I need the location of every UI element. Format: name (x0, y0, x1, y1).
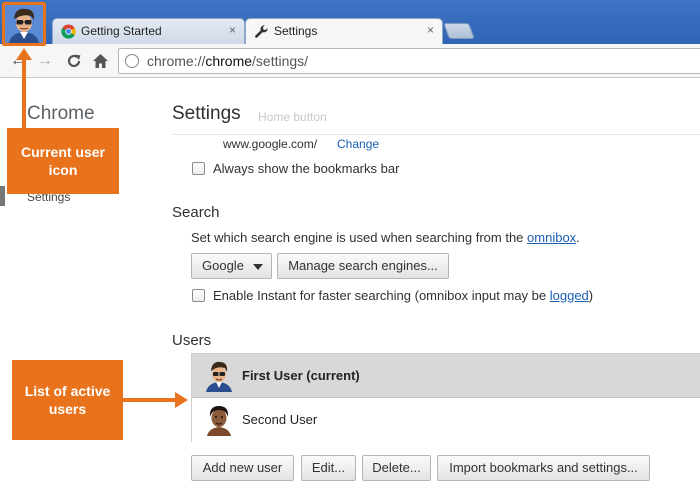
user-name: First User (current) (242, 368, 360, 383)
home-icon[interactable] (92, 51, 109, 75)
user-row-first-user[interactable]: First User (current) (192, 354, 700, 398)
tab-title-getting-started: Getting Started (81, 24, 162, 38)
manage-search-engines-button[interactable]: Manage search engines... (277, 253, 449, 279)
callout-current-user-icon: Current user icon (7, 128, 119, 194)
reload-icon[interactable] (66, 51, 82, 74)
user-avatar-icon (207, 406, 231, 436)
omnibox-link[interactable]: omnibox (527, 230, 576, 245)
globe-icon (125, 54, 139, 68)
annotation-arrow-right (175, 392, 188, 408)
tab-settings[interactable]: Settings × (245, 18, 443, 44)
bookmarks-bar-checkbox[interactable] (192, 162, 205, 175)
annotation-arrow-line (22, 58, 26, 128)
browser-toolbar: ← → chrome://chrome/settings/ (0, 44, 700, 78)
home-button-label-faded: Home button (258, 110, 327, 124)
change-home-page-link[interactable]: Change (337, 137, 379, 151)
chrome-logo-icon (61, 24, 76, 39)
callout-list-active-users: List of active users (12, 360, 123, 440)
url-text: chrome://chrome/settings/ (147, 53, 309, 69)
close-tab-icon[interactable]: × (229, 23, 236, 37)
instant-search-checkbox[interactable] (192, 289, 205, 302)
search-section-title: Search (172, 204, 220, 221)
close-tab-icon[interactable]: × (427, 23, 434, 37)
sidebar-selection-marker (0, 186, 5, 206)
search-description: Set which search engine is used when sea… (191, 230, 580, 245)
import-bookmarks-button[interactable]: Import bookmarks and settings... (437, 455, 650, 481)
search-engine-dropdown[interactable]: Google (191, 253, 272, 279)
dropdown-arrow-icon (253, 264, 263, 270)
new-tab-button[interactable] (443, 23, 475, 39)
user-row-second-user[interactable]: Second User (192, 398, 700, 442)
bookmarks-bar-label: Always show the bookmarks bar (213, 161, 400, 176)
annotation-arrow-line (123, 398, 177, 402)
header-divider (172, 134, 700, 135)
users-list: First User (current) Second User (191, 353, 700, 442)
sidebar-title: Chrome (27, 103, 95, 124)
page-title: Settings (172, 103, 247, 125)
tab-strip: Getting Started × Settings × (0, 0, 700, 46)
tab-title-settings: Settings (274, 24, 318, 38)
edit-user-button[interactable]: Edit... (301, 455, 356, 481)
forward-arrow-icon[interactable]: → (37, 51, 53, 71)
current-user-avatar-icon[interactable] (2, 2, 46, 46)
instant-search-label: Enable Instant for faster searching (omn… (213, 288, 594, 303)
delete-user-button[interactable]: Delete... (362, 455, 431, 481)
logged-link[interactable]: logged (550, 288, 589, 303)
user-name: Second User (242, 412, 318, 427)
tab-getting-started[interactable]: Getting Started × (52, 18, 245, 44)
user-avatar-icon (206, 361, 232, 392)
add-new-user-button[interactable]: Add new user (191, 455, 294, 481)
wrench-icon (255, 25, 268, 38)
home-page-url: www.google.com/ (223, 137, 318, 151)
users-section-title: Users (172, 332, 212, 349)
address-bar[interactable]: chrome://chrome/settings/ (118, 48, 700, 74)
